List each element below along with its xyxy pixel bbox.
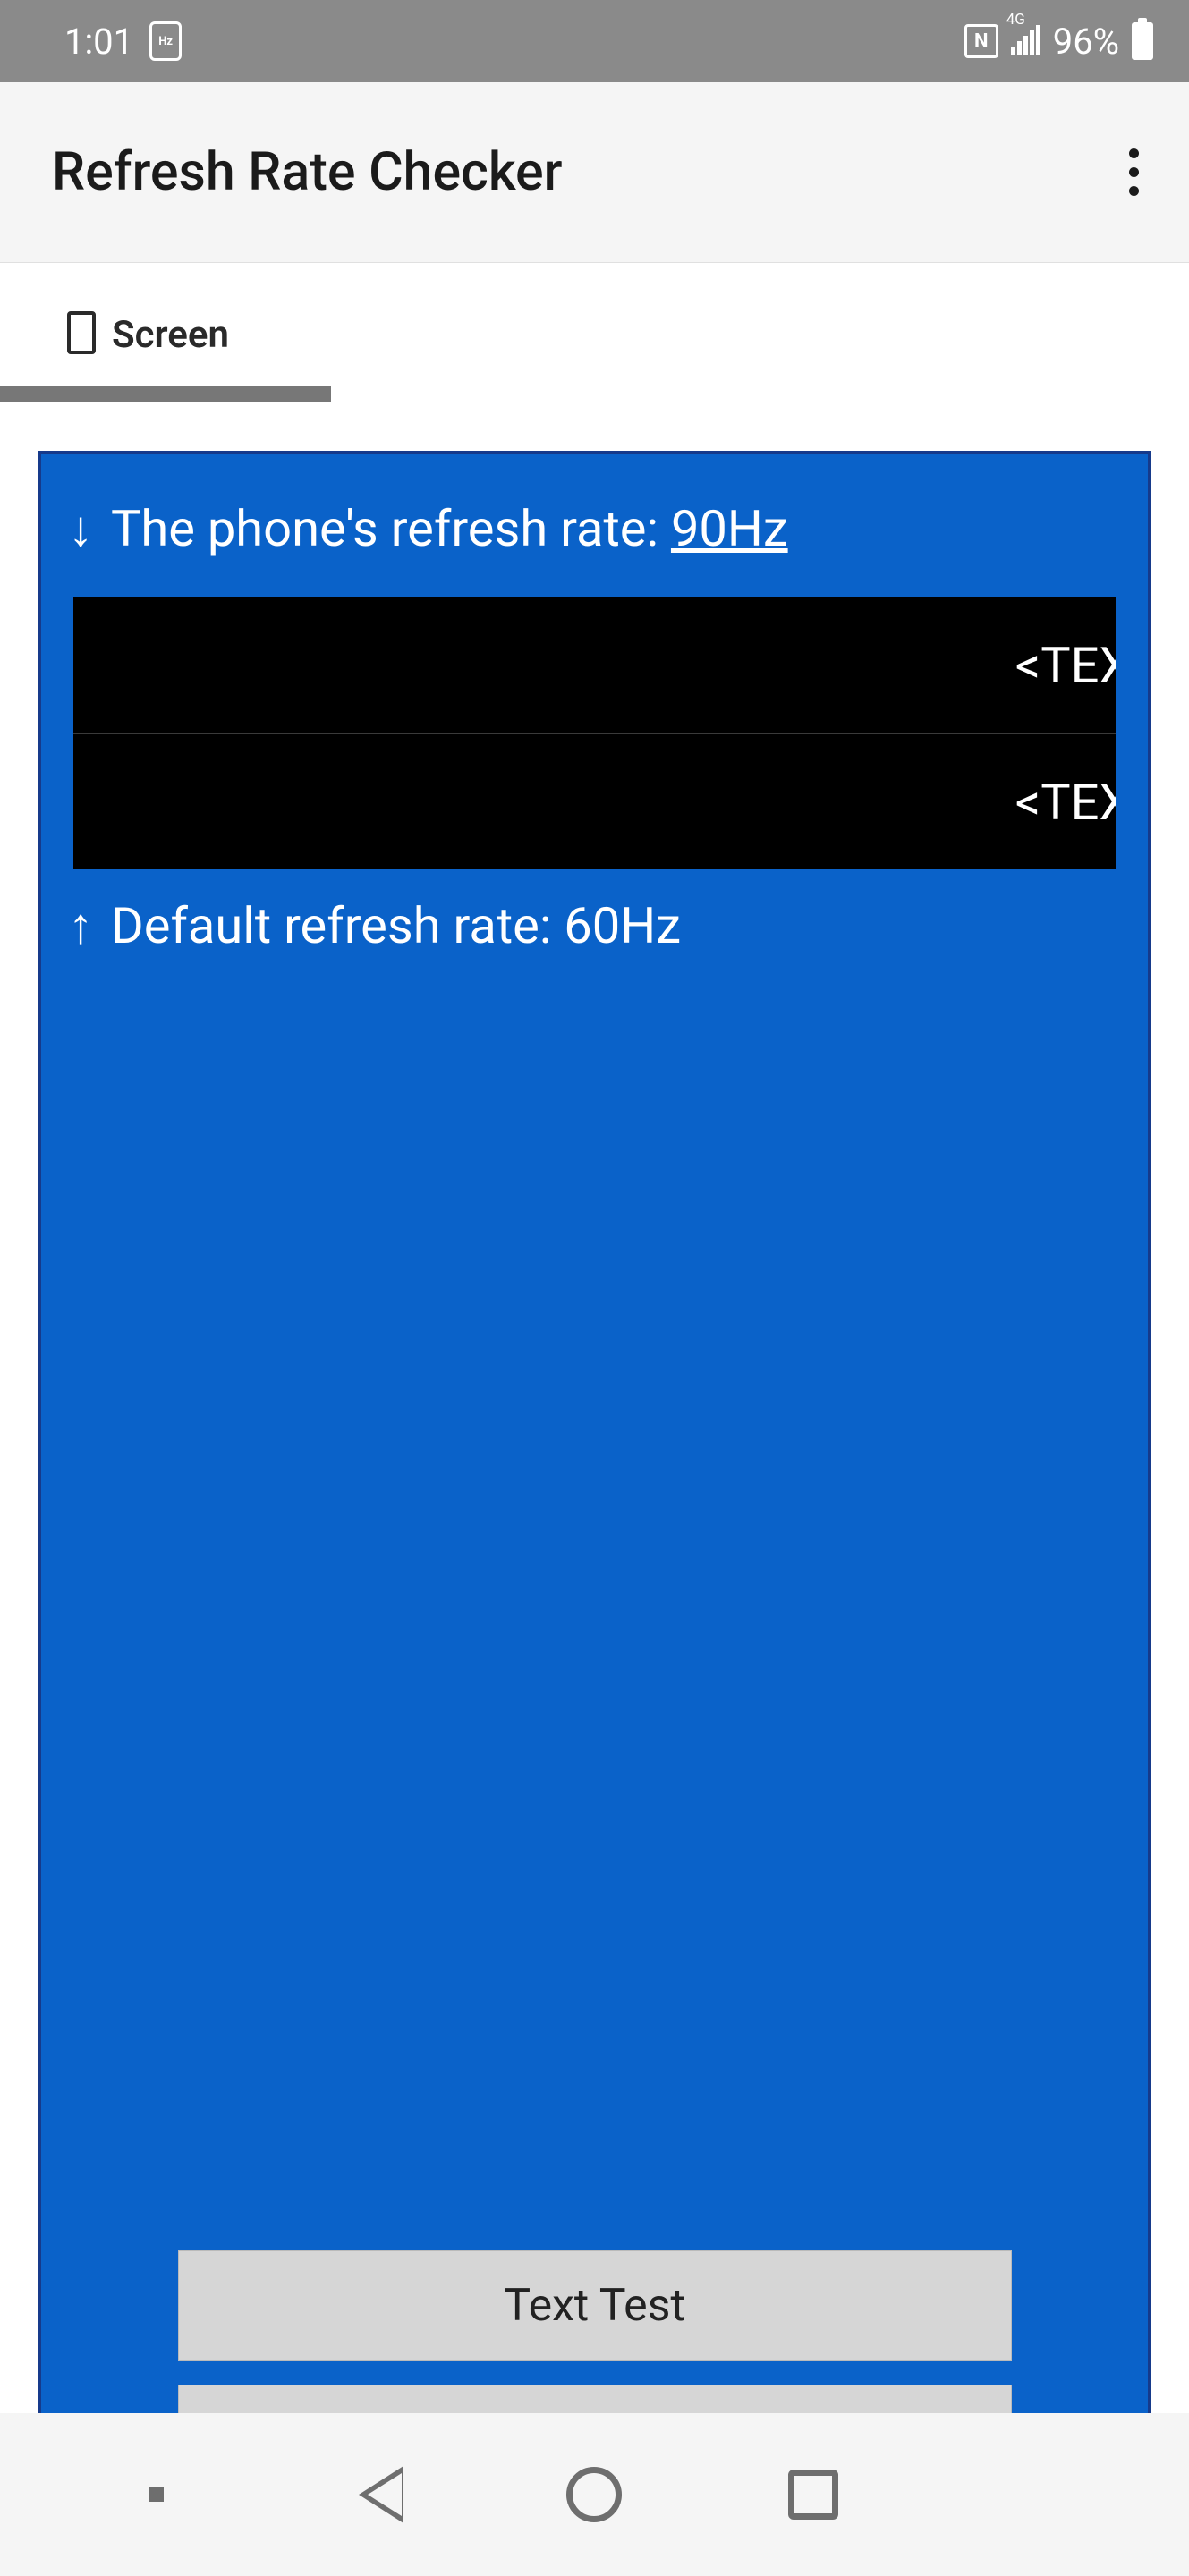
clock: 1:01 — [64, 21, 133, 63]
status-bar: 1:01 Hz N 4G 96% — [0, 0, 1189, 82]
nav-extra[interactable] — [94, 2487, 219, 2502]
battery-icon — [1132, 22, 1153, 60]
battery-percent: 96% — [1053, 21, 1119, 63]
navigation-bar — [0, 2413, 1189, 2576]
scroll-text-1: <TEXT — [1015, 636, 1116, 695]
scroll-text-2: <TEXT — [1015, 773, 1116, 832]
status-right: N 4G 96% — [964, 21, 1153, 63]
text-test-button[interactable]: Text Test — [178, 2250, 1012, 2361]
refresh-panel: ↓ The phone's refresh rate: 90Hz <TEXT <… — [38, 451, 1151, 2546]
phone-rate-value[interactable]: 90Hz — [671, 499, 788, 558]
nfc-icon: N — [964, 24, 998, 58]
default-rate-line: ↑ Default refresh rate: 60Hz — [68, 896, 1121, 955]
tab-label: Screen — [112, 313, 229, 357]
app-title: Refresh Rate Checker — [52, 141, 563, 203]
hz-icon: Hz — [149, 21, 182, 61]
status-left: 1:01 Hz — [64, 21, 182, 63]
tab-bar: Screen — [0, 263, 1189, 402]
signal-icon: 4G — [1011, 27, 1040, 55]
app-bar: Refresh Rate Checker — [0, 82, 1189, 263]
nav-back-button[interactable] — [353, 2466, 398, 2523]
content: ↓ The phone's refresh rate: 90Hz <TEXT <… — [0, 402, 1189, 2576]
arrow-up-icon: ↑ — [68, 896, 93, 955]
network-type: 4G — [1006, 11, 1025, 29]
arrow-down-icon: ↓ — [68, 499, 93, 558]
scroll-row-2: <TEXT — [73, 733, 1116, 869]
default-rate-label: Default refresh rate: 60Hz — [111, 896, 681, 955]
tab-screen[interactable]: Screen — [0, 263, 296, 402]
phone-rate-label: The phone's refresh rate: — [111, 499, 671, 558]
overflow-menu-button[interactable] — [1111, 138, 1157, 207]
nav-home-button[interactable] — [566, 2467, 622, 2522]
scroll-test-area[interactable]: <TEXT <TEXT — [73, 597, 1116, 869]
screen-icon — [67, 311, 96, 354]
nav-recent-button[interactable] — [788, 2470, 838, 2520]
tab-indicator — [0, 386, 331, 402]
phone-rate-line: ↓ The phone's refresh rate: 90Hz — [68, 499, 1121, 558]
scroll-row-1: <TEXT — [73, 597, 1116, 733]
